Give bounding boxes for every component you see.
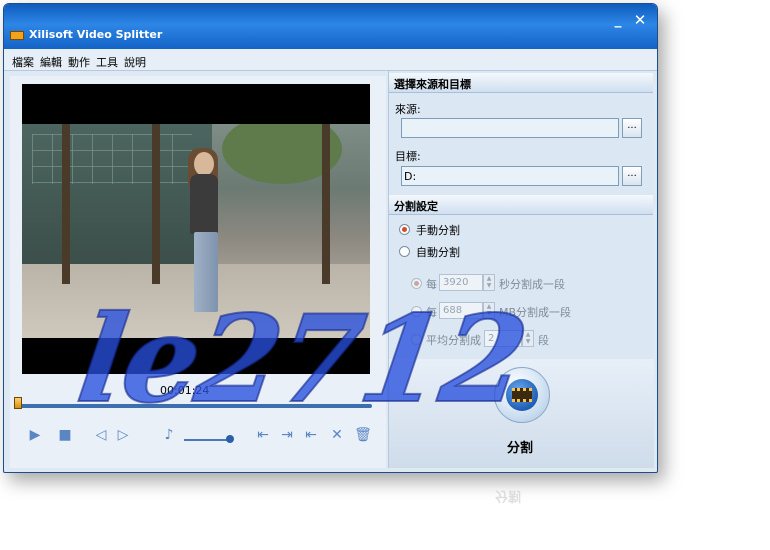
menu-edit[interactable]: 編輯 xyxy=(40,54,62,70)
close-button[interactable]: ✕ xyxy=(630,12,650,28)
split-by-seconds-radio[interactable] xyxy=(411,278,422,289)
manual-split-label: 手動分割 xyxy=(416,224,460,237)
source-browse-button[interactable]: ... xyxy=(622,118,642,138)
target-browse-button[interactable]: ... xyxy=(622,166,642,186)
source-label: 來源: xyxy=(395,103,421,116)
source-target-header: 選擇來源和目標 xyxy=(389,73,653,93)
menu-file[interactable]: 檔案 xyxy=(12,54,34,70)
auto-split-label: 自動分割 xyxy=(416,246,460,259)
split-label-reflection: 分割 xyxy=(495,488,522,503)
watermark-text: le2712 xyxy=(69,288,535,431)
volume-slider[interactable] xyxy=(184,439,230,441)
minimize-button[interactable]: _ xyxy=(608,12,628,28)
target-label: 目標: xyxy=(395,150,421,163)
auto-split-radio[interactable] xyxy=(399,246,410,257)
split-label[interactable]: 分割 xyxy=(507,437,533,456)
menu-bar: 檔案 編輯 動作 工具 說明 xyxy=(4,49,657,71)
menu-tools[interactable]: 工具 xyxy=(96,54,118,70)
manual-split-radio[interactable] xyxy=(399,224,410,235)
target-field[interactable]: D: xyxy=(401,166,619,186)
title-bar: Xilisoft Video Splitter _ ✕ xyxy=(4,4,657,49)
source-field[interactable] xyxy=(401,118,619,138)
split-average-suffix: 段 xyxy=(538,334,549,347)
menu-action[interactable]: 動作 xyxy=(68,54,90,70)
window-title: Xilisoft Video Splitter xyxy=(29,28,163,41)
menu-help[interactable]: 說明 xyxy=(124,54,146,70)
play-icon[interactable]: ▶ xyxy=(26,426,44,444)
app-logo-icon xyxy=(10,31,24,40)
volume-knob[interactable] xyxy=(226,435,234,443)
split-settings-header: 分割設定 xyxy=(389,195,653,215)
seek-thumb[interactable] xyxy=(14,397,22,409)
